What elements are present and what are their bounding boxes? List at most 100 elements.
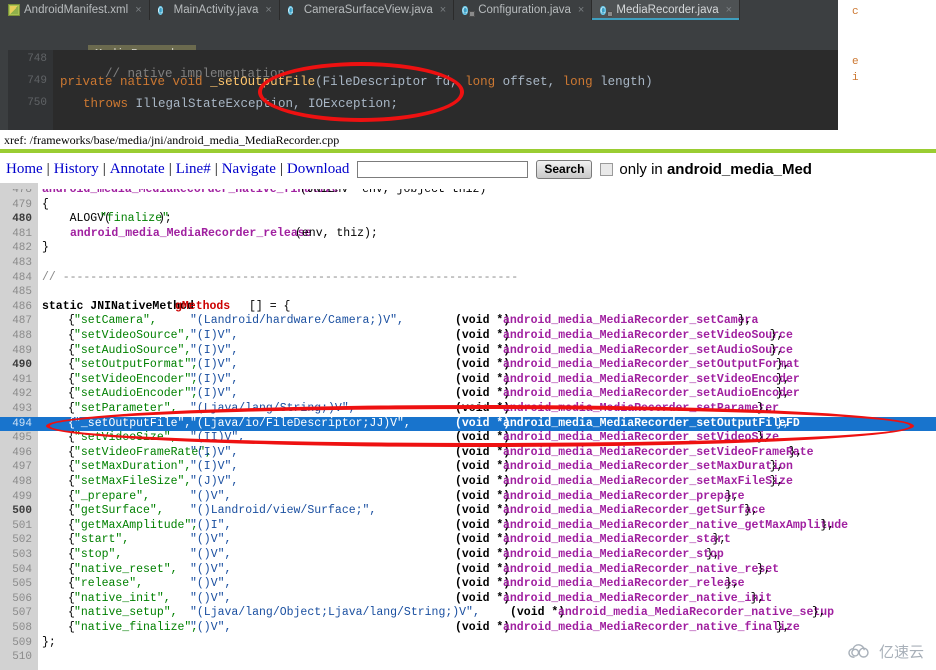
source-row-505[interactable]: 505{"release", "()V", (void *) android_medi… xyxy=(0,577,936,592)
source-token: "()V", xyxy=(190,548,232,561)
nav-link-home[interactable]: Home xyxy=(6,161,43,178)
source-row-491[interactable]: 491{"setVideoEncoder", "(I)V", (void *) and… xyxy=(0,373,936,388)
source-row-503[interactable]: 503{"stop", "()V", (void *) android_media_M… xyxy=(0,548,936,563)
source-line-number[interactable]: 501 xyxy=(0,519,32,534)
source-row-499[interactable]: 499{"_prepare", "()V", (void *) android_med… xyxy=(0,490,936,505)
close-icon[interactable]: × xyxy=(135,4,141,16)
source-line-number[interactable]: 489 xyxy=(0,344,32,359)
source-row-497[interactable]: 497{"setMaxDuration", "(I)V", (void *) andr… xyxy=(0,460,936,475)
source-line-number[interactable]: 490 xyxy=(0,358,32,373)
source-line-number[interactable]: 486 xyxy=(0,300,32,315)
source-row-493[interactable]: 493{"setParameter", "(Ljava/lang/String;)… xyxy=(0,402,936,417)
close-icon[interactable]: × xyxy=(726,4,732,16)
nav-link-history[interactable]: History xyxy=(54,161,99,178)
source-line-number[interactable]: 495 xyxy=(0,431,32,446)
source-line-number[interactable]: 508 xyxy=(0,621,32,636)
editor-tab-camerasurfaceview[interactable]: C CameraSurfaceView.java × xyxy=(279,0,455,20)
source-token: (void *) xyxy=(455,504,511,518)
source-row-480[interactable]: 480 ALOGV("finalize"); xyxy=(0,212,936,227)
source-line-number[interactable]: 484 xyxy=(0,271,32,286)
source-line-number[interactable]: 480 xyxy=(0,212,32,227)
source-row-487[interactable]: 487{"setCamera", "(Landroid/hardware/Came… xyxy=(0,314,936,329)
source-token: android_media_MediaRecorder_native_final… xyxy=(42,183,339,196)
source-row-498[interactable]: 498{"setMaxFileSize", "(J)V", (void *) andr… xyxy=(0,475,936,490)
source-row-506[interactable]: 506{"native_init", "()V", (void *) android_… xyxy=(0,592,936,607)
source-line-number[interactable]: 498 xyxy=(0,475,32,490)
source-row-504[interactable]: 504{"native_reset", "()V", (void *) android… xyxy=(0,563,936,578)
source-line-number[interactable]: 497 xyxy=(0,460,32,475)
source-row-509[interactable]: 509}; xyxy=(0,636,936,651)
source-row-490[interactable]: 490{"setOutputFormat", "(I)V", (void *) and… xyxy=(0,358,936,373)
editor-tab-androidmanifest[interactable]: AndroidManifest.xml × xyxy=(0,0,150,20)
source-line-number[interactable]: 482 xyxy=(0,241,32,256)
source-token: "(I)V", xyxy=(190,445,239,459)
source-token: "(I)V", xyxy=(190,358,239,372)
editor-tab-mainactivity[interactable]: C MainActivity.java × xyxy=(149,0,280,20)
source-row-488[interactable]: 488{"setVideoSource", "(I)V", (void *) andr… xyxy=(0,329,936,344)
source-line-number[interactable]: 483 xyxy=(0,256,32,271)
source-line-number[interactable]: 507 xyxy=(0,606,32,621)
source-row-489[interactable]: 489{"setAudioSource", "(I)V", (void *) andr… xyxy=(0,344,936,359)
search-button[interactable]: Search xyxy=(536,159,593,179)
source-row-483[interactable]: 483 xyxy=(0,256,936,271)
source-listing[interactable]: 478 android_media_MediaRecorder_native_fi… xyxy=(0,183,936,670)
source-row-510[interactable]: 510 xyxy=(0,650,936,665)
source-line-number[interactable]: 503 xyxy=(0,548,32,563)
source-line-number[interactable]: 509 xyxy=(0,636,32,651)
nav-separator: | xyxy=(46,160,50,177)
source-line-number[interactable]: 505 xyxy=(0,577,32,592)
source-line-number[interactable]: 491 xyxy=(0,373,32,388)
source-row-501[interactable]: 501{"getMaxAmplitude", "()I", (void *) andr… xyxy=(0,519,936,534)
source-row-508[interactable]: 508{"native_finalize", "()V", (void *) andr… xyxy=(0,621,936,636)
editor-tab-configuration[interactable]: C Configuration.java × xyxy=(454,0,593,20)
source-token: (void *) xyxy=(455,533,511,547)
source-line-number[interactable]: 510 xyxy=(0,650,32,665)
source-row-507[interactable]: 507{"native_setup", "(Ljava/lang/Object;L… xyxy=(0,606,936,621)
breadcrumb-bar: MediaRecorder xyxy=(0,20,838,64)
source-line-number[interactable]: 502 xyxy=(0,533,32,548)
source-row-486[interactable]: 486 static JNINativeMethod gMethods[] = { xyxy=(0,300,936,315)
close-icon[interactable]: × xyxy=(265,4,271,16)
source-row-496[interactable]: 496{"setVideoFrameRate", "(I)V", (void *) a… xyxy=(0,446,936,461)
source-row-481[interactable]: 481 android_media_MediaRecorder_release(… xyxy=(0,227,936,242)
only-in-file-checkbox[interactable] xyxy=(600,162,614,176)
source-line-number[interactable]: 504 xyxy=(0,563,32,578)
source-line-number[interactable]: 500 xyxy=(0,504,32,519)
source-row-502[interactable]: 502{"start", "()V", (void *) android_media_… xyxy=(0,533,936,548)
source-token: "setVideoSize", xyxy=(74,431,178,445)
editor-tab-mediarecorder[interactable]: C MediaRecorder.java × xyxy=(592,0,741,20)
source-line-number[interactable]: 479 xyxy=(0,198,32,213)
source-line-number[interactable]: 487 xyxy=(0,314,32,329)
source-line-number[interactable]: 492 xyxy=(0,387,32,402)
source-row-484[interactable]: 484 // ----------------------------------… xyxy=(0,271,936,286)
source-line-number[interactable]: 496 xyxy=(0,446,32,461)
source-line-number[interactable]: 481 xyxy=(0,227,32,242)
source-row-492[interactable]: 492{"setAudioEncoder", "(I)V", (void *) and… xyxy=(0,387,936,402)
source-line-number[interactable]: 493 xyxy=(0,402,32,417)
nav-link-annotate[interactable]: Annotate xyxy=(110,161,165,178)
source-line-number[interactable]: 485 xyxy=(0,285,32,300)
source-token: "setMaxDuration", xyxy=(74,460,192,474)
source-line-number[interactable]: 494 xyxy=(0,416,32,432)
source-row-482[interactable]: 482} xyxy=(0,241,936,256)
source-row-479[interactable]: 479 { xyxy=(0,198,936,213)
source-line-number[interactable]: 499 xyxy=(0,490,32,505)
source-row-495[interactable]: 495{"setVideoSize", "(II)V", (void *) andro… xyxy=(0,431,936,446)
code-editor[interactable]: 748 749 750 // native implementation pri… xyxy=(8,50,838,130)
source-token: }, xyxy=(788,445,803,459)
source-row-494[interactable]: 494{"_setOutputFile", "(Ljava/io/FileDesc… xyxy=(0,416,936,432)
source-line-number[interactable]: 506 xyxy=(0,592,32,607)
ide-right-gap: c e i xyxy=(838,0,936,130)
source-row-485[interactable]: 485 xyxy=(0,285,936,300)
close-icon[interactable]: × xyxy=(440,4,446,16)
source-row-500[interactable]: 500{"getSurface", "()Landroid/view/Surfac… xyxy=(0,504,936,519)
source-token: "(I)V", xyxy=(190,460,239,474)
close-icon[interactable]: × xyxy=(578,4,584,16)
nav-link-download[interactable]: Download xyxy=(287,161,350,178)
nav-link-navigate[interactable]: Navigate xyxy=(222,161,276,178)
nav-link-linenumber[interactable]: Line# xyxy=(176,161,211,178)
source-token: (void *) xyxy=(455,358,511,372)
source-row-478[interactable]: 478 android_media_MediaRecorder_native_fi… xyxy=(0,183,936,198)
source-line-number[interactable]: 488 xyxy=(0,329,32,344)
search-input[interactable] xyxy=(357,160,529,178)
